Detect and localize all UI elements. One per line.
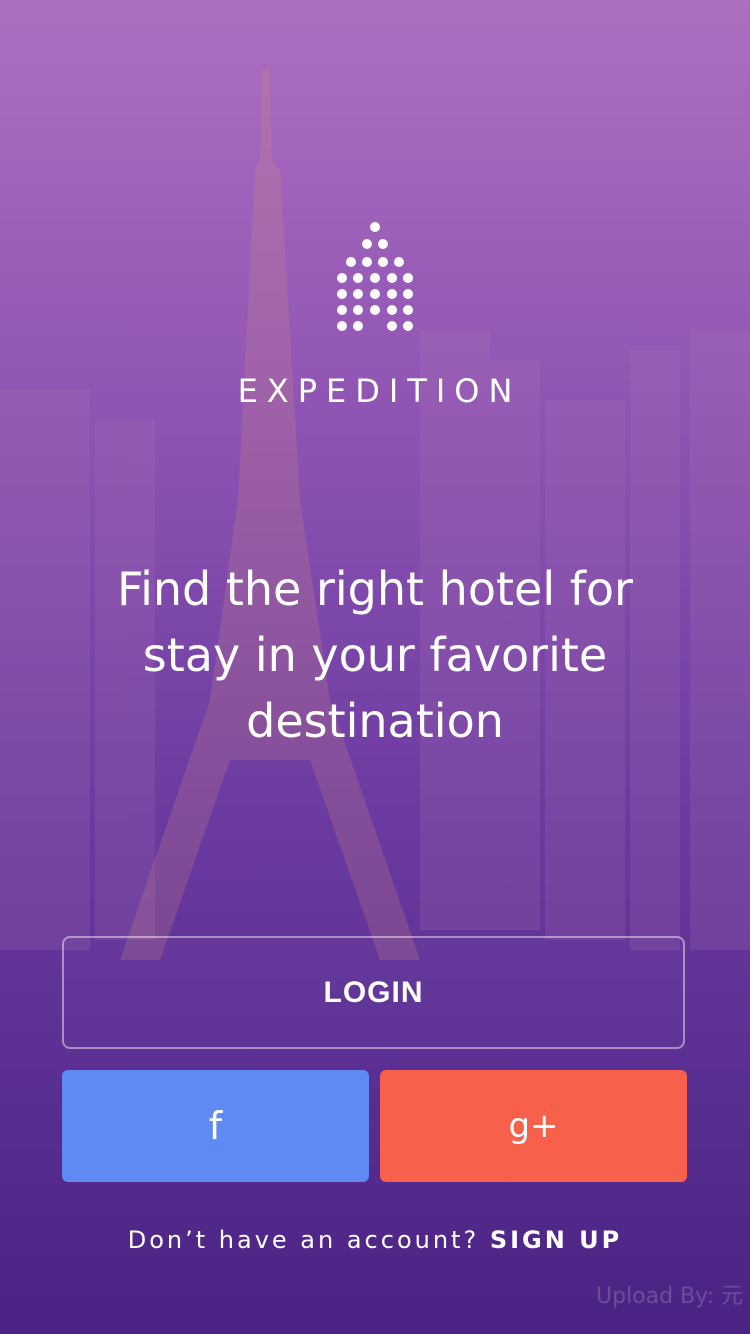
google-plus-icon: g+ — [508, 1106, 559, 1146]
signup-link[interactable]: SIGN UP — [490, 1226, 622, 1254]
hotel-dots-icon — [337, 222, 413, 331]
brand-name: EXPEDITION — [237, 372, 522, 410]
facebook-icon: f — [208, 1104, 223, 1148]
signup-prompt: Don’t have an account? SIGN UP — [0, 1226, 750, 1254]
google-plus-login-button[interactable]: g+ — [380, 1070, 687, 1182]
watermark: Upload By: 元 — [596, 1284, 743, 1309]
tagline: Find the right hotel for stay in your fa… — [117, 562, 633, 748]
facebook-login-button[interactable]: f — [62, 1070, 369, 1182]
login-button[interactable]: LOGIN — [62, 936, 685, 1049]
signup-prompt-text: Don’t have an account? — [127, 1226, 490, 1254]
